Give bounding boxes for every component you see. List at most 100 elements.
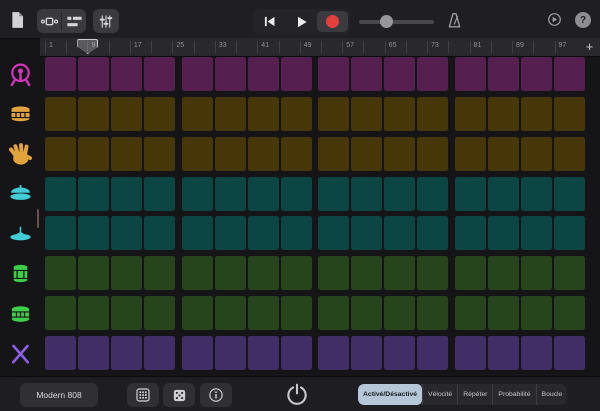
step-cell-snare[interactable] [417, 97, 448, 131]
step-cell-hi-tom[interactable] [78, 256, 109, 290]
step-cell-hi-tom[interactable] [281, 256, 312, 290]
step-cell-clap[interactable] [417, 137, 448, 171]
step-cell-sticks[interactable] [521, 336, 552, 370]
step-cell-clap[interactable] [318, 137, 349, 171]
step-cell-closed-hi-hat[interactable] [351, 177, 382, 211]
step-cell-sticks[interactable] [455, 336, 486, 370]
track-button-snare[interactable] [0, 97, 40, 131]
step-cell-low-tom[interactable] [182, 296, 213, 330]
step-cell-low-tom[interactable] [384, 296, 415, 330]
track-button-closed-hi-hat[interactable] [0, 177, 40, 211]
step-cell-sticks[interactable] [417, 336, 448, 370]
edit-mode-segment[interactable]: Activé/Désactivé [358, 384, 422, 405]
step-cell-open-hi-hat[interactable] [248, 216, 279, 250]
step-cell-open-hi-hat[interactable] [554, 216, 585, 250]
step-cell-open-hi-hat[interactable] [417, 216, 448, 250]
step-cell-hi-tom[interactable] [521, 256, 552, 290]
step-cell-kick[interactable] [318, 57, 349, 91]
info-button[interactable] [200, 383, 232, 407]
help-button[interactable]: ? [575, 12, 591, 28]
step-cell-hi-tom[interactable] [248, 256, 279, 290]
edit-mode-segment[interactable]: Probabilité [492, 384, 535, 405]
step-cell-clap[interactable] [281, 137, 312, 171]
step-cell-closed-hi-hat[interactable] [281, 177, 312, 211]
step-cell-low-tom[interactable] [215, 296, 246, 330]
track-button-low-tom[interactable] [0, 296, 40, 330]
step-cell-sticks[interactable] [182, 336, 213, 370]
step-cell-closed-hi-hat[interactable] [521, 177, 552, 211]
step-cell-snare[interactable] [78, 97, 109, 131]
step-cell-closed-hi-hat[interactable] [455, 177, 486, 211]
step-cell-open-hi-hat[interactable] [144, 216, 175, 250]
step-cell-sticks[interactable] [215, 336, 246, 370]
step-cell-open-hi-hat[interactable] [182, 216, 213, 250]
step-cell-kick[interactable] [111, 57, 142, 91]
step-cell-kick[interactable] [45, 57, 76, 91]
step-cell-open-hi-hat[interactable] [521, 216, 552, 250]
step-cell-snare[interactable] [455, 97, 486, 131]
step-cell-kick[interactable] [521, 57, 552, 91]
step-cell-open-hi-hat[interactable] [455, 216, 486, 250]
step-cell-snare[interactable] [281, 97, 312, 131]
step-cell-low-tom[interactable] [281, 296, 312, 330]
step-cell-hi-tom[interactable] [455, 256, 486, 290]
step-cell-clap[interactable] [554, 137, 585, 171]
step-cell-clap[interactable] [384, 137, 415, 171]
step-cell-sticks[interactable] [351, 336, 382, 370]
step-cell-kick[interactable] [248, 57, 279, 91]
step-cell-low-tom[interactable] [248, 296, 279, 330]
step-cell-kick[interactable] [455, 57, 486, 91]
step-cell-kick[interactable] [554, 57, 585, 91]
power-button[interactable] [283, 381, 311, 409]
step-cell-closed-hi-hat[interactable] [215, 177, 246, 211]
step-cell-closed-hi-hat[interactable] [144, 177, 175, 211]
step-cell-open-hi-hat[interactable] [78, 216, 109, 250]
step-cell-closed-hi-hat[interactable] [488, 177, 519, 211]
step-cell-closed-hi-hat[interactable] [248, 177, 279, 211]
rewind-button[interactable] [253, 9, 285, 34]
step-cell-kick[interactable] [78, 57, 109, 91]
step-cell-closed-hi-hat[interactable] [417, 177, 448, 211]
step-cell-clap[interactable] [455, 137, 486, 171]
track-button-hi-tom[interactable] [0, 256, 40, 290]
track-button-clap[interactable] [0, 137, 40, 171]
step-cell-sticks[interactable] [144, 336, 175, 370]
step-cell-open-hi-hat[interactable] [45, 216, 76, 250]
step-cell-sticks[interactable] [384, 336, 415, 370]
step-cell-hi-tom[interactable] [45, 256, 76, 290]
step-cell-hi-tom[interactable] [417, 256, 448, 290]
cells-view-button[interactable] [37, 9, 61, 33]
step-cell-hi-tom[interactable] [182, 256, 213, 290]
step-cell-sticks[interactable] [318, 336, 349, 370]
kit-select-button[interactable]: Modern 808 [20, 383, 98, 407]
step-cell-kick[interactable] [417, 57, 448, 91]
step-cell-snare[interactable] [215, 97, 246, 131]
step-cell-clap[interactable] [521, 137, 552, 171]
step-cell-snare[interactable] [521, 97, 552, 131]
step-cell-snare[interactable] [144, 97, 175, 131]
step-cell-closed-hi-hat[interactable] [384, 177, 415, 211]
record-button[interactable] [317, 11, 348, 32]
tracks-view-button[interactable] [62, 9, 86, 33]
track-controls-button[interactable] [93, 9, 119, 33]
step-cell-clap[interactable] [351, 137, 382, 171]
step-cell-low-tom[interactable] [45, 296, 76, 330]
loop-browser-button[interactable] [546, 11, 563, 28]
step-cell-sticks[interactable] [554, 336, 585, 370]
step-cell-low-tom[interactable] [351, 296, 382, 330]
step-cell-snare[interactable] [488, 97, 519, 131]
track-button-kick[interactable] [0, 57, 40, 91]
step-cell-clap[interactable] [488, 137, 519, 171]
step-cell-open-hi-hat[interactable] [318, 216, 349, 250]
edit-mode-segment[interactable]: Répéter [457, 384, 492, 405]
step-cell-clap[interactable] [78, 137, 109, 171]
step-cell-low-tom[interactable] [144, 296, 175, 330]
track-button-open-hi-hat[interactable] [0, 216, 40, 250]
step-cell-low-tom[interactable] [318, 296, 349, 330]
step-cell-snare[interactable] [351, 97, 382, 131]
step-cell-sticks[interactable] [488, 336, 519, 370]
step-cell-closed-hi-hat[interactable] [78, 177, 109, 211]
step-cell-kick[interactable] [281, 57, 312, 91]
step-cell-sticks[interactable] [78, 336, 109, 370]
timeline-ruler[interactable]: 191725334149576573818997 + [40, 38, 600, 57]
